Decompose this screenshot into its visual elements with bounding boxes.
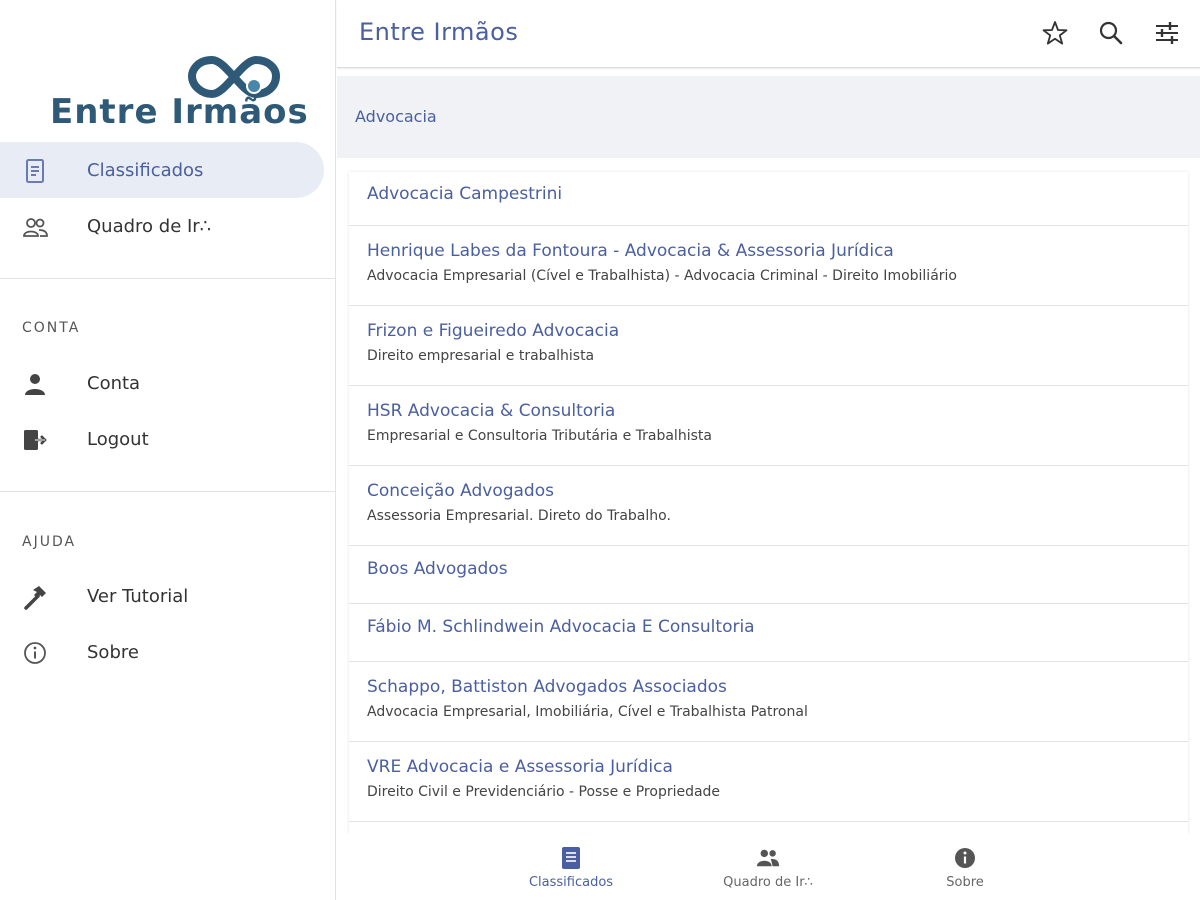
list-item[interactable]: Frizon e Figueiredo Advocacia Direito em…: [349, 306, 1188, 386]
list-item[interactable]: Advocacia Campestrini: [349, 172, 1188, 226]
list-item[interactable]: Boos Advogados: [349, 546, 1188, 604]
bottom-tab-bar: Classificados Quadro de Ir∴ Sobre: [337, 834, 1200, 900]
section-title-ajuda: AJUDA: [22, 534, 77, 550]
document-icon: [22, 158, 48, 184]
info-icon: [22, 640, 48, 666]
listing-name: Conceição Advogados: [367, 481, 554, 501]
category-header: Advocacia: [337, 76, 1200, 158]
sidebar-item-logout[interactable]: Logout: [0, 411, 324, 467]
group-icon: [22, 214, 48, 240]
listing-description: Empresarial e Consultoria Tributária e T…: [367, 428, 712, 444]
tab-label: Quadro de Ir∴: [723, 875, 813, 890]
sidebar-item-classificados[interactable]: Classificados: [0, 142, 324, 198]
sidebar-divider: [0, 491, 336, 492]
search-icon: [1099, 21, 1123, 45]
sidebar-item-sobre[interactable]: Sobre: [0, 624, 324, 680]
listing-description: Direito empresarial e trabalhista: [367, 348, 595, 364]
listing-name: Henrique Labes da Fontoura - Advocacia &…: [367, 241, 894, 261]
sidebar-item-quadro[interactable]: Quadro de Ir∴: [0, 198, 324, 254]
sidebar-item-label: Conta: [87, 372, 141, 394]
list-item[interactable]: Fábio M. Schlindwein Advocacia E Consult…: [349, 604, 1188, 662]
list-item[interactable]: HSR Advocacia & Consultoria Empresarial …: [349, 386, 1188, 466]
filter-icon: [1156, 22, 1178, 44]
tab-classificados[interactable]: Classificados: [486, 834, 656, 900]
sidebar-item-tutorial[interactable]: Ver Tutorial: [0, 568, 324, 624]
listing-name: Fábio M. Schlindwein Advocacia E Consult…: [367, 617, 755, 637]
listing-description: Advocacia Empresarial (Cível e Trabalhis…: [367, 268, 957, 284]
list-item[interactable]: VRE Advocacia e Assessoria Jurídica Dire…: [349, 742, 1188, 822]
sidebar-item-label: Ver Tutorial: [87, 585, 189, 607]
listing-name: HSR Advocacia & Consultoria: [367, 401, 616, 421]
tab-quadro[interactable]: Quadro de Ir∴: [683, 834, 853, 900]
filter-button[interactable]: [1152, 18, 1182, 48]
list-item[interactable]: Schappo, Battiston Advogados Associados …: [349, 662, 1188, 742]
listing-name: Advocacia Campestrini: [367, 184, 563, 204]
app-logo: Entre Irmãos: [50, 52, 308, 136]
hammer-icon: [22, 584, 48, 610]
sidebar-divider: [0, 278, 336, 279]
list-item[interactable]: Henrique Labes da Fontoura - Advocacia &…: [349, 226, 1188, 306]
star-icon: [1042, 21, 1068, 45]
listing-description: Advocacia Empresarial, Imobiliária, Cíve…: [367, 704, 808, 720]
list-item[interactable]: Conceição Advogados Assessoria Empresari…: [349, 466, 1188, 546]
sidebar: Entre Irmãos Classificados Quadro de Ir∴…: [0, 0, 336, 900]
person-icon: [22, 371, 48, 397]
info-icon: [953, 846, 977, 870]
listing-name: Boos Advogados: [367, 559, 508, 579]
listing-name: Frizon e Figueiredo Advocacia: [367, 321, 620, 341]
sidebar-item-label: Sobre: [87, 641, 139, 663]
tab-label: Sobre: [946, 875, 984, 890]
sidebar-item-label: Quadro de Ir∴: [87, 215, 212, 237]
sidebar-item-label: Logout: [87, 428, 149, 450]
tab-sobre[interactable]: Sobre: [880, 834, 1050, 900]
sidebar-item-label: Classificados: [87, 159, 204, 181]
logout-icon: [22, 427, 48, 453]
page-title: Entre Irmãos: [359, 18, 519, 46]
listing-name: VRE Advocacia e Assessoria Jurídica: [367, 757, 673, 777]
listing-list: Advocacia Campestrini Henrique Labes da …: [349, 172, 1188, 834]
favorite-button[interactable]: [1040, 18, 1070, 48]
category-title: Advocacia: [355, 107, 437, 126]
document-icon: [559, 846, 583, 870]
section-title-conta: CONTA: [22, 320, 81, 336]
top-app-bar: Entre Irmãos: [337, 0, 1200, 68]
search-button[interactable]: [1096, 18, 1126, 48]
group-icon: [756, 846, 780, 870]
logo-text: Entre Irmãos: [50, 92, 309, 132]
listing-description: Assessoria Empresarial. Direto do Trabal…: [367, 508, 671, 524]
tab-label: Classificados: [528, 875, 614, 890]
sidebar-item-conta[interactable]: Conta: [0, 355, 324, 411]
listing-description: Direito Civil e Previdenciário - Posse e…: [367, 784, 721, 800]
listing-name: Schappo, Battiston Advogados Associados: [367, 677, 727, 697]
